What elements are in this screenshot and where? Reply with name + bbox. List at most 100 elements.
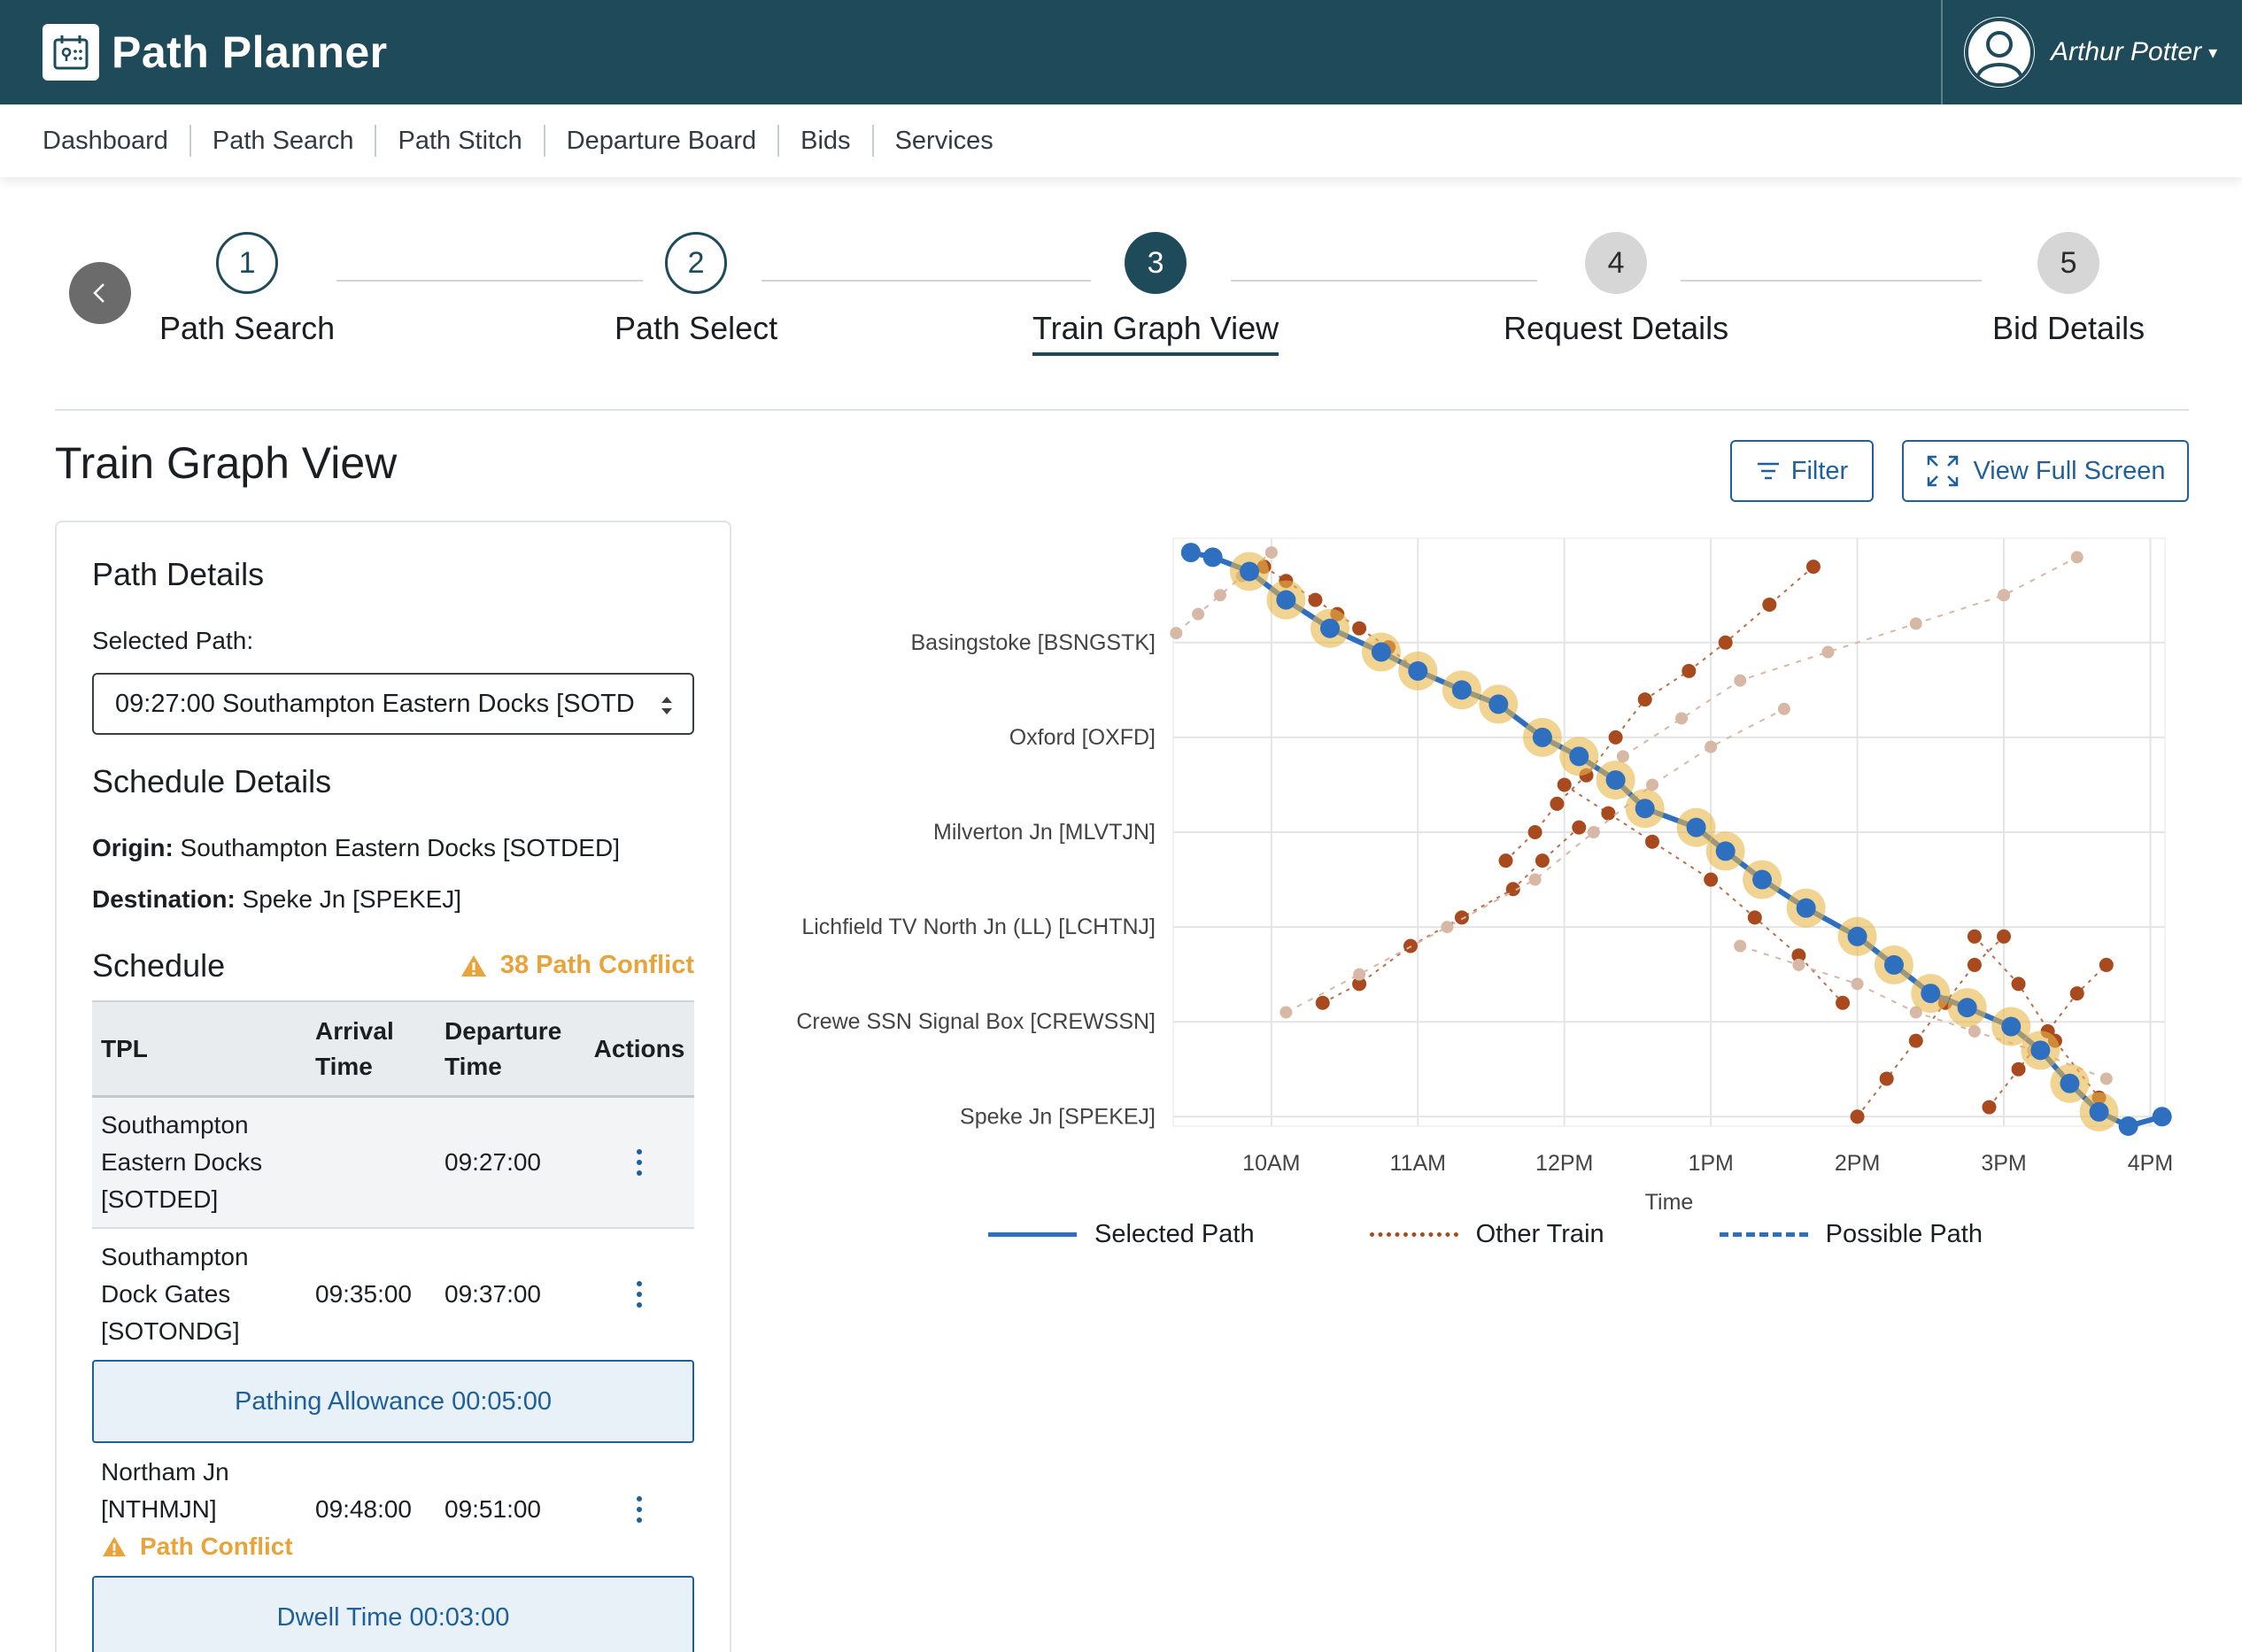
nav-bids[interactable]: Bids [779, 125, 874, 157]
step-label: Train Graph View [1032, 310, 1279, 356]
selected-path-point [2060, 1073, 2080, 1093]
y-tick-label: Speke Jn [SPEKEJ] [960, 1104, 1156, 1129]
selected-path-select[interactable]: 09:27:00 Southampton Eastern Docks [SOTD [92, 673, 694, 735]
other-train-point [1308, 592, 1323, 607]
nav-departure-board[interactable]: Departure Board [545, 125, 780, 157]
page-title: Train Graph View [55, 438, 398, 488]
filter-button[interactable]: Filter [1730, 440, 1874, 502]
possible-path-point [1645, 778, 1658, 791]
step-connector [336, 280, 643, 282]
possible-path-point [1264, 546, 1278, 560]
selected-path-point [1847, 926, 1867, 946]
dwell-time[interactable]: Dwell Time 00:03:00 [92, 1576, 694, 1652]
step-number: 1 [216, 232, 279, 294]
legend-swatch [1719, 1232, 1808, 1237]
nav-path-search[interactable]: Path Search [191, 125, 377, 157]
legend-possible-path[interactable]: Possible Path [1719, 1220, 1983, 1249]
legend-selected-path[interactable]: Selected Path [988, 1220, 1255, 1249]
step-number: 3 [1125, 232, 1187, 294]
conflict-summary[interactable]: 38 Path Conflict [460, 951, 694, 980]
legend-other-train[interactable]: Other Train [1369, 1220, 1604, 1249]
step-path-search[interactable]: 1 Path Search [159, 232, 335, 352]
arrival-cell: 09:48:00 [315, 1495, 412, 1523]
user-menu[interactable]: Arthur Potter ▾ [1941, 0, 2242, 104]
table-header: TPL Arrival Time Departure Time Actions [92, 1000, 694, 1098]
back-button[interactable] [69, 262, 131, 324]
possible-path-point [1353, 968, 1366, 981]
selected-path-point [2152, 1107, 2172, 1127]
selected-path-value: 09:27:00 Southampton Eastern Docks [SOTD [115, 689, 635, 718]
possible-path-point [1909, 617, 1922, 630]
step-path-select[interactable]: 2 Path Select [615, 232, 777, 352]
table-row: Northam Jn [NTHMJN] Path Conflict 09:48:… [92, 1443, 694, 1576]
other-train-point [1982, 1100, 1997, 1115]
train-graph-chart[interactable]: 10AM 11AM 12PM 1PM 2PM 3PM 4PM Basingstoke [BSN… [779, 513, 2196, 1275]
possible-path-point [1777, 702, 1790, 715]
schedule-table: TPL Arrival Time Departure Time Actions … [92, 1000, 694, 1652]
view-full-screen-button[interactable]: View Full Screen [1902, 440, 2189, 502]
step-label: Request Details [1504, 310, 1729, 346]
possible-path-point [1279, 1006, 1293, 1019]
other-train-point [1718, 635, 1733, 650]
step-label: Path Search [159, 310, 336, 346]
other-train-point [1644, 834, 1659, 849]
expand-icon [1928, 455, 1959, 487]
other-train-point [1637, 692, 1652, 707]
other-train-point [1805, 560, 1821, 575]
arrival-cell: 09:35:00 [315, 1280, 412, 1308]
row-conflict[interactable]: Path Conflict [101, 1528, 298, 1565]
row-actions-button[interactable] [584, 1098, 694, 1227]
avatar-icon [1964, 17, 2035, 88]
x-tick-label: 3PM [1981, 1151, 2026, 1176]
selected-path-point [2118, 1116, 2138, 1136]
other-train-point [1608, 730, 1623, 745]
step-train-graph-view[interactable]: 3 Train Graph View [1032, 232, 1279, 356]
other-train-point [1315, 995, 1330, 1010]
possible-path-point [1170, 627, 1183, 640]
step-request-details[interactable]: 4 Request Details [1504, 232, 1728, 352]
fullscreen-label: View Full Screen [1973, 456, 2166, 485]
selected-path-point [2030, 1040, 2051, 1061]
brand[interactable]: Path Planner [43, 24, 388, 81]
other-train-point [2011, 1061, 2026, 1077]
selected-path-point [2001, 1016, 2022, 1037]
nav-dashboard[interactable]: Dashboard [43, 125, 191, 157]
departure-cell: 09:51:00 [445, 1495, 541, 1523]
step-label: Bid Details [1992, 310, 2145, 346]
selected-path-point [1276, 590, 1296, 610]
other-train-point [1967, 957, 1982, 972]
other-train-point [1572, 820, 1587, 835]
row-actions-button[interactable] [584, 1229, 694, 1360]
nav-services[interactable]: Services [874, 125, 1015, 157]
col-departure: Departure Time [445, 1016, 562, 1080]
selected-path-point [1532, 727, 1552, 747]
departure-cell: 09:27:00 [445, 1148, 541, 1176]
possible-path-point [1968, 1024, 1981, 1038]
chart-legend: Selected Path Other Train Possible Path [988, 1220, 2098, 1249]
possible-path-point [1851, 977, 1864, 991]
more-vertical-icon [637, 1281, 642, 1308]
other-train-point [1704, 872, 1719, 887]
other-train-point [1967, 929, 1982, 944]
x-tick-label: 11AM [1390, 1151, 1446, 1176]
step-label: Path Select [615, 310, 778, 346]
selected-path-point [1715, 841, 1736, 861]
step-number: 2 [665, 232, 728, 294]
possible-path-point [1734, 939, 1747, 953]
selected-path-point [1408, 660, 1428, 681]
pathing-allowance[interactable]: Pathing Allowance 00:05:00 [92, 1360, 694, 1443]
other-train-point [2011, 977, 2026, 992]
sort-arrows-icon [661, 697, 672, 714]
selected-path-point [1569, 746, 1589, 767]
legend-swatch [988, 1232, 1077, 1237]
warning-icon [103, 1536, 126, 1557]
selected-path-point [1488, 694, 1509, 714]
origin-label: Origin: [92, 834, 174, 861]
main-nav: Dashboard Path Search Path Stitch Depart… [0, 104, 2242, 177]
x-tick-label: 2PM [1835, 1151, 1880, 1176]
step-bid-details[interactable]: 5 Bid Details [1992, 232, 2145, 352]
y-tick-label: Oxford [OXFD] [1009, 725, 1156, 750]
user-name: Arthur Potter [2051, 37, 2202, 66]
nav-path-stitch[interactable]: Path Stitch [376, 125, 545, 157]
row-actions-button[interactable] [584, 1496, 694, 1523]
